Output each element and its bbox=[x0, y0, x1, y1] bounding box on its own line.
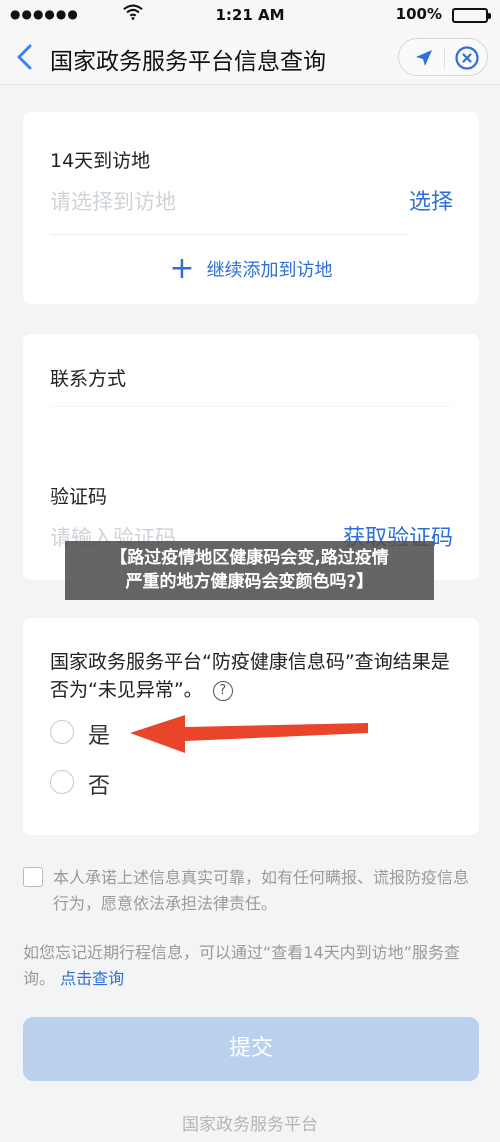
nav-bar: 国家政务服务平台信息查询 bbox=[0, 30, 500, 85]
plus-icon: + bbox=[169, 251, 195, 286]
visit-input[interactable]: 请选择到访地 bbox=[50, 186, 176, 216]
hint-text: 如您忘记近期行程信息，可以通过“查看14天内到访地”服务查询。 点击查询 bbox=[23, 940, 479, 992]
battery-percentage: 100% bbox=[395, 5, 442, 23]
visit-label: 14天到访地 bbox=[50, 150, 151, 172]
location-arrow-icon[interactable] bbox=[413, 47, 435, 69]
submit-button[interactable]: 提交 bbox=[23, 1017, 479, 1081]
banner-line-2: 严重的地方健康码会变颜色吗?】 bbox=[125, 572, 374, 592]
agreement-checkbox[interactable] bbox=[23, 867, 43, 887]
help-icon[interactable]: ? bbox=[212, 680, 233, 701]
mini-program-capsule bbox=[398, 38, 488, 76]
question-label: 国家政务服务平台“防疫健康信息码”查询结果是否为“未见异常”。 bbox=[50, 651, 450, 701]
back-arrow-icon[interactable] bbox=[12, 42, 40, 72]
visit-card: 14天到访地 请选择到访地 选择 + 继续添加到访地 bbox=[23, 112, 479, 304]
agreement-text: 本人承诺上述信息真实可靠，如有任何瞒报、谎报防疫信息行为，愿意依法承担法律责任。 bbox=[53, 868, 470, 913]
option-no-label: 否 bbox=[88, 774, 111, 799]
article-title-banner: 【路过疫情地区健康码会变,路过疫情 严重的地方健康码会变颜色吗?】 bbox=[65, 541, 434, 600]
footer-text: 国家政务服务平台 bbox=[182, 1115, 318, 1135]
annotation-arrow-icon bbox=[130, 715, 368, 753]
banner-line-1: 【路过疫情地区健康码会变,路过疫情 bbox=[110, 548, 389, 568]
query-link[interactable]: 点击查询 bbox=[60, 969, 124, 988]
contact-input[interactable] bbox=[50, 406, 452, 407]
contact-label: 联系方式 bbox=[50, 368, 127, 390]
divider bbox=[50, 234, 409, 235]
option-yes-label: 是 bbox=[88, 724, 111, 749]
page-title: 国家政务服务平台信息查询 bbox=[50, 49, 326, 75]
battery-icon bbox=[452, 8, 491, 23]
capsule-divider bbox=[444, 48, 445, 68]
radio-no[interactable] bbox=[50, 770, 74, 794]
code-label: 验证码 bbox=[50, 486, 108, 508]
add-visit-label: 继续添加到访地 bbox=[206, 260, 333, 281]
select-visit-button[interactable]: 选择 bbox=[409, 184, 453, 216]
question-text: 国家政务服务平台“防疫健康信息码”查询结果是否为“未见异常”。 ? bbox=[50, 648, 460, 704]
status-bar: ●●●●●● 1:21 AM 100% bbox=[0, 0, 500, 30]
add-visit-button[interactable]: + 继续添加到访地 bbox=[23, 251, 479, 286]
close-target-icon[interactable] bbox=[454, 45, 480, 71]
radio-yes[interactable] bbox=[50, 720, 74, 744]
